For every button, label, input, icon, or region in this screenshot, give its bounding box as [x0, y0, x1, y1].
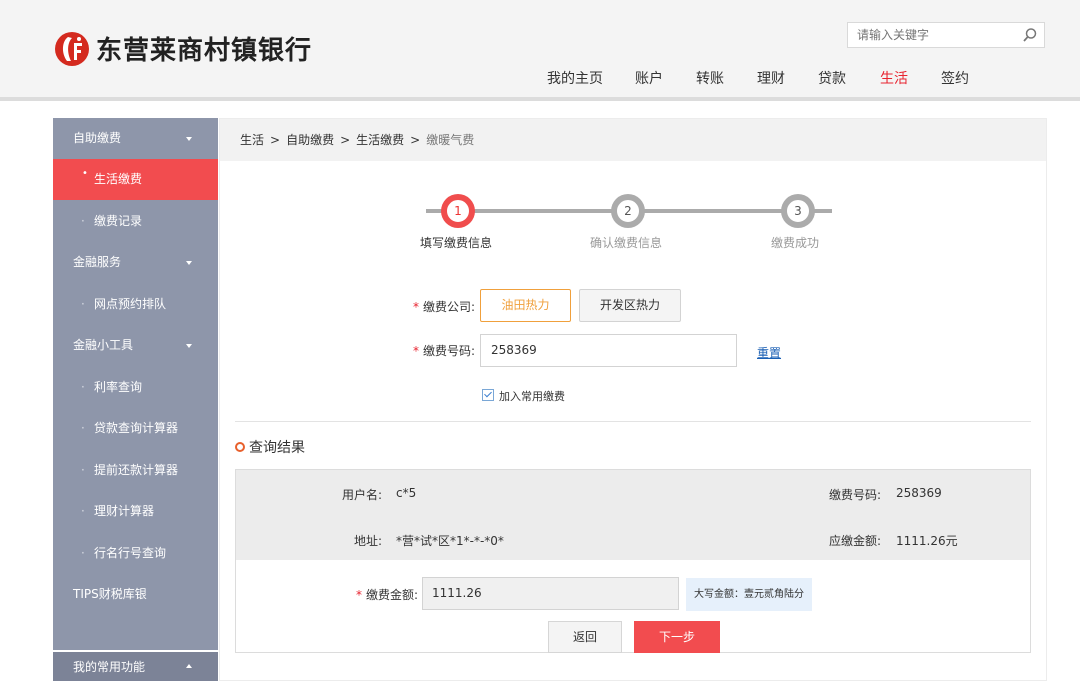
amount-label-text: 缴费金额:	[366, 588, 419, 602]
breadcrumb-separator: >	[410, 133, 421, 147]
nav-wealth[interactable]: 理财	[757, 70, 785, 98]
sidebar-item-label: 网点预约排队	[94, 297, 167, 311]
required-mark: *	[413, 300, 419, 314]
sidebar-item-financial-services[interactable]: 金融服务	[53, 242, 218, 283]
step-number: 2	[616, 199, 640, 223]
sidebar-item-label: 生活缴费	[94, 172, 143, 186]
back-button[interactable]: 返回	[548, 621, 622, 653]
nav-home[interactable]: 我的主页	[547, 70, 603, 98]
add-favorite-checkbox[interactable]	[482, 389, 494, 401]
breadcrumb-separator: >	[340, 133, 351, 147]
section-divider	[235, 421, 1031, 422]
sidebar-item-self-payment[interactable]: 自助缴费	[53, 118, 218, 159]
sidebar: 自助缴费 生活缴费 缴费记录 金融服务 网点预约排队 金融小工具 利率查询 贷款…	[53, 118, 218, 681]
number-label: * 缴费号码:	[413, 342, 475, 359]
sidebar-item-wealth-calculator[interactable]: 理财计算器	[53, 491, 218, 532]
caret-down-icon	[186, 261, 192, 265]
add-favorite-label[interactable]: 加入常用缴费	[499, 388, 565, 404]
sidebar-item-label: 利率查询	[94, 380, 143, 394]
due-amount-value: 1111.26元	[896, 534, 958, 548]
bank-logo-icon	[55, 31, 89, 66]
due-amount-label: 应缴金额:	[829, 534, 882, 548]
result-title-text: 查询结果	[249, 440, 305, 456]
search-input[interactable]	[848, 23, 1016, 47]
sidebar-item-tips[interactable]: TIPS财税库银	[53, 574, 218, 615]
main-nav: 我的主页 账户 转账 理财 贷款 生活 签约	[0, 70, 1080, 100]
caret-down-icon	[186, 344, 192, 348]
step-2-marker: 2	[611, 194, 645, 228]
sidebar-item-life-payment[interactable]: 生活缴费	[53, 153, 218, 200]
result-section-title: 查询结果	[235, 437, 305, 457]
search-box	[847, 22, 1045, 48]
company-option-dev-zone[interactable]: 开发区热力	[579, 289, 681, 322]
sidebar-item-prepayment-calculator[interactable]: 提前还款计算器	[53, 450, 218, 491]
nav-account[interactable]: 账户	[635, 70, 663, 98]
required-mark: *	[413, 344, 419, 358]
sidebar-item-bank-code-query[interactable]: 行名行号查询	[53, 533, 218, 574]
sidebar-item-label: 贷款查询计算器	[94, 421, 179, 435]
breadcrumb-item[interactable]: 生活缴费	[356, 133, 404, 147]
step-1-label: 填写缴费信息	[420, 236, 493, 250]
sidebar-item-label: 行名行号查询	[94, 546, 167, 560]
sidebar-item-branch-queue[interactable]: 网点预约排队	[53, 284, 218, 325]
nav-transfer[interactable]: 转账	[696, 70, 724, 98]
sidebar-item-label: 自助缴费	[73, 131, 122, 145]
amount-label: * 缴费金额:	[356, 586, 418, 603]
address-value: *营*试*区*1*-*-*0*	[396, 534, 504, 548]
nav-life[interactable]: 生活	[880, 70, 908, 100]
reset-link[interactable]: 重置	[757, 344, 781, 361]
step-number: 3	[786, 199, 810, 223]
step-3-marker: 3	[781, 194, 815, 228]
sidebar-item-finance-tools[interactable]: 金融小工具	[53, 325, 218, 366]
step-3-label: 缴费成功	[771, 236, 820, 250]
header-divider	[0, 97, 1080, 101]
nav-sign[interactable]: 签约	[941, 70, 969, 98]
step-1-marker: 1	[441, 194, 475, 228]
required-mark: *	[356, 588, 362, 602]
main-panel: 生活 > 自助缴费 > 生活缴费 > 缴暖气费 1 2 3 填写缴费信息 确认缴费信息 缴费…	[219, 118, 1047, 681]
step-number: 1	[446, 199, 470, 223]
sidebar-item-label: 金融小工具	[73, 338, 134, 352]
username-value: c*5	[396, 486, 417, 500]
step-2-label: 确认缴费信息	[590, 236, 663, 250]
number-label-text: 缴费号码:	[423, 344, 476, 358]
circle-bullet-icon	[235, 442, 245, 452]
payment-amount-input[interactable]: 1111.26	[422, 577, 679, 610]
company-label-text: 缴费公司:	[423, 300, 476, 314]
sidebar-item-label: 金融服务	[73, 255, 122, 269]
breadcrumb-current: 缴暖气费	[426, 133, 475, 147]
payment-number-input[interactable]: 258369	[480, 334, 737, 367]
address-label: 地址:	[354, 534, 383, 548]
breadcrumb-separator: >	[270, 133, 281, 147]
breadcrumb: 生活 > 自助缴费 > 生活缴费 > 缴暖气费	[220, 119, 1046, 161]
sidebar-item-payment-records[interactable]: 缴费记录	[53, 201, 218, 242]
sidebar-item-label: 缴费记录	[94, 214, 143, 228]
breadcrumb-item[interactable]: 自助缴费	[286, 133, 334, 147]
sidebar-item-label: TIPS财税库银	[73, 587, 147, 601]
result-box: 用户名: c*5 地址: *营*试*区*1*-*-*0* 缴费号码: 25836…	[235, 469, 1031, 653]
search-icon[interactable]	[1022, 27, 1038, 43]
caret-down-icon	[186, 137, 192, 141]
sidebar-item-label: 提前还款计算器	[94, 463, 179, 477]
sidebar-item-loan-calculator[interactable]: 贷款查询计算器	[53, 408, 218, 449]
amount-in-words: 大写金额：壹元贰角陆分	[686, 578, 812, 611]
result-summary: 用户名: c*5 地址: *营*试*区*1*-*-*0* 缴费号码: 25836…	[236, 470, 1030, 560]
sidebar-item-label: 理财计算器	[94, 504, 155, 518]
pay-number-value: 258369	[896, 486, 942, 500]
bank-name: 东营莱商村镇银行	[96, 36, 313, 66]
sidebar-favorites-label: 我的常用功能	[73, 660, 146, 674]
company-option-oilfield[interactable]: 油田热力	[480, 289, 571, 322]
next-step-button[interactable]: 下一步	[634, 621, 720, 653]
site-header: 东营莱商村镇银行 我的主页 账户 转账 理财 贷款 生活 签约	[0, 0, 1080, 100]
nav-loan[interactable]: 贷款	[818, 70, 846, 98]
bank-logo[interactable]: 东营莱商村镇银行	[54, 30, 312, 67]
sidebar-item-rate-query[interactable]: 利率查询	[53, 367, 218, 408]
pay-number-label: 缴费号码:	[829, 488, 882, 502]
company-label: * 缴费公司:	[413, 298, 475, 315]
breadcrumb-item[interactable]: 生活	[240, 133, 264, 147]
sidebar-favorites[interactable]: 我的常用功能	[53, 650, 218, 681]
caret-up-icon	[186, 664, 192, 668]
username-label: 用户名:	[342, 488, 383, 502]
